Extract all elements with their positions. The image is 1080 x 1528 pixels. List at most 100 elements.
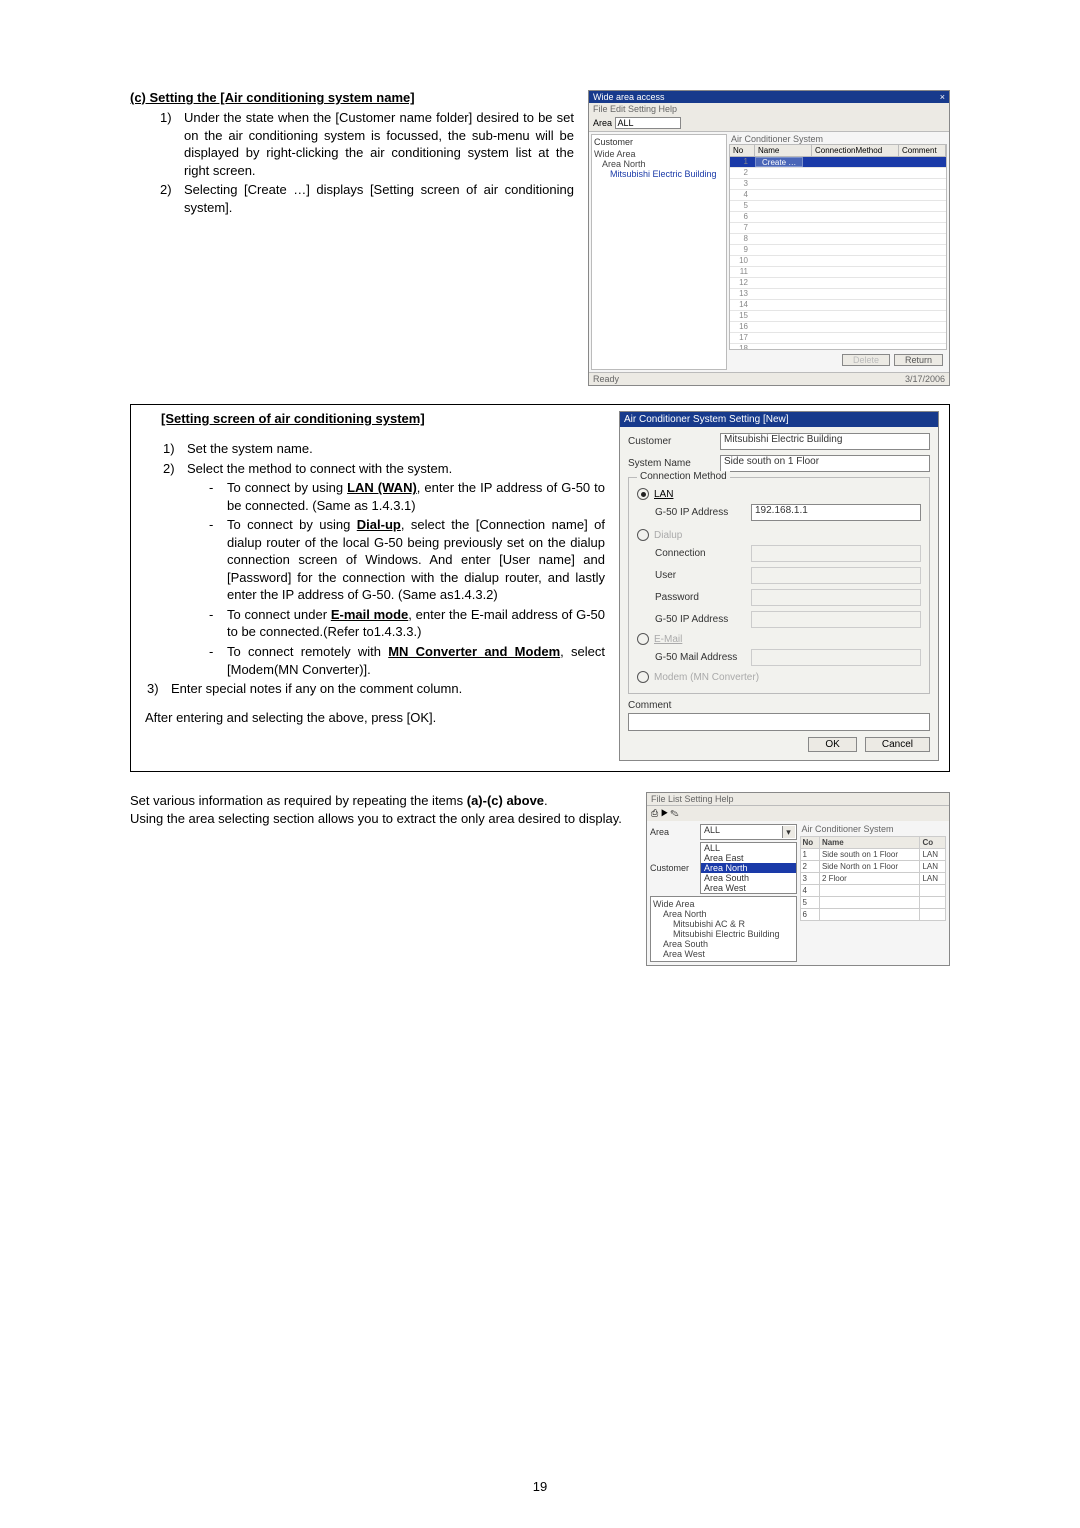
system-name-label: System Name [628, 458, 720, 469]
radio-modem-icon[interactable] [637, 671, 649, 683]
tree-node[interactable]: Mitsubishi AC & R [673, 919, 794, 929]
dialup-ip-label: G-50 IP Address [655, 614, 751, 625]
table-row[interactable]: 6 [800, 909, 946, 921]
dropdown-option[interactable]: Area East [701, 853, 796, 863]
table-row[interactable]: 1Side south on 1 FloorLAN [800, 849, 946, 861]
grid-row[interactable]: 14 [730, 300, 946, 311]
grid-row[interactable]: 17 [730, 333, 946, 344]
grid-row[interactable]: 10 [730, 256, 946, 267]
sec-c-item-1-text: Under the state when the [Customer name … [184, 110, 574, 178]
dialup-user-field[interactable] [751, 567, 921, 584]
step-1-num: 1) [163, 440, 175, 458]
chevron-down-icon[interactable]: ▾ [782, 826, 795, 838]
customer-tree[interactable]: Customer Wide Area Area North Mitsubishi… [591, 134, 727, 370]
email-addr-label: G-50 Mail Address [655, 652, 751, 663]
lan-ip-label: G-50 IP Address [655, 507, 751, 518]
grid-row[interactable]: 9 [730, 245, 946, 256]
grid-row[interactable]: 4 [730, 190, 946, 201]
customer-label: Customer [628, 436, 720, 447]
comment-field[interactable] [628, 713, 930, 731]
status-left: Ready [593, 374, 619, 384]
grid-row[interactable]: 16 [730, 322, 946, 333]
grid-row[interactable]: 7 [730, 223, 946, 234]
sec-c-item-2: 2) Selecting [Create …] displays [Settin… [160, 181, 574, 216]
grid-row[interactable]: 6 [730, 212, 946, 223]
close-icon[interactable]: × [940, 92, 945, 102]
table-row[interactable]: 2Side North on 1 FloorLAN [800, 861, 946, 873]
tree-node[interactable]: Area South [663, 939, 794, 949]
table-row[interactable]: 32 FloorLAN [800, 873, 946, 885]
grid-row[interactable]: 15 [730, 311, 946, 322]
tree-area[interactable]: Area North [602, 159, 724, 169]
small-tree[interactable]: Wide Area Area North Mitsubishi AC & R M… [650, 896, 797, 962]
bottom-text: Set various information as required by r… [130, 792, 632, 966]
dialup-conn-label: Connection [655, 548, 751, 559]
ok-button[interactable]: OK [808, 737, 856, 752]
customer-field[interactable]: Mitsubishi Electric Building [720, 433, 930, 450]
window-title: Wide area access [593, 92, 665, 102]
customer-label: Customer [594, 137, 724, 147]
small-area-dropdown[interactable]: ALLArea EastArea NorthArea SouthArea Wes… [700, 842, 797, 894]
system-grid[interactable]: No Name ConnectionMethod Comment 1Create… [729, 144, 947, 350]
tree-root[interactable]: Wide Area [594, 149, 724, 159]
grid-row[interactable]: 12 [730, 278, 946, 289]
area-label: Area [593, 118, 612, 128]
dialog-title: Air Conditioner System Setting [New] [620, 412, 938, 427]
dropdown-option[interactable]: ALL [701, 843, 796, 853]
col-conn: ConnectionMethod [812, 145, 899, 156]
grid-row[interactable]: 11 [730, 267, 946, 278]
grid-row[interactable]: 8 [730, 234, 946, 245]
email-addr-field[interactable] [751, 649, 921, 666]
area-combo[interactable]: ALL [615, 117, 681, 129]
system-list-header: Air Conditioner System [729, 134, 947, 144]
step-3-num: 3) [147, 680, 159, 698]
status-right: 3/17/2006 [905, 374, 945, 384]
radio-modem[interactable]: Modem (MN Converter) [637, 671, 921, 683]
grid-row[interactable]: 13 [730, 289, 946, 300]
grid-row[interactable]: 5 [730, 201, 946, 212]
dialup-pass-field[interactable] [751, 589, 921, 606]
table-row[interactable]: 4 [800, 885, 946, 897]
dialup-ip-field[interactable] [751, 611, 921, 628]
delete-button[interactable]: Delete [842, 354, 890, 366]
return-button[interactable]: Return [894, 354, 943, 366]
small-toolbar[interactable]: ⎙ ▶ ✎ [647, 806, 949, 821]
cancel-button[interactable]: Cancel [865, 737, 930, 752]
small-menubar[interactable]: File List Setting Help [647, 793, 949, 806]
system-name-field[interactable]: Side south on 1 Floor [720, 455, 930, 472]
tree-node[interactable]: Area West [663, 949, 794, 959]
small-system-table[interactable]: No Name Co 1Side south on 1 FloorLAN2Sid… [800, 836, 947, 921]
dropdown-option[interactable]: Area South [701, 873, 796, 883]
radio-email-icon[interactable] [637, 633, 649, 645]
tree-root[interactable]: Wide Area [653, 899, 794, 909]
col-no: No [800, 837, 819, 849]
toolbar[interactable]: Area ALL [589, 115, 949, 132]
comment-label: Comment [628, 700, 930, 711]
radio-lan[interactable]: LAN [637, 488, 921, 500]
dialup-user-label: User [655, 570, 751, 581]
grid-row-selected[interactable]: 1Create … [730, 157, 946, 168]
dropdown-option[interactable]: Area North [701, 863, 796, 873]
bullet-lan: To connect by using LAN (WAN), enter the… [209, 479, 605, 514]
grid-row[interactable]: 2 [730, 168, 946, 179]
menubar[interactable]: File Edit Setting Help [589, 103, 949, 115]
table-row[interactable]: 5 [800, 897, 946, 909]
tree-node[interactable]: Area North [663, 909, 794, 919]
lan-ip-field[interactable]: 192.168.1.1 [751, 504, 921, 521]
radio-lan-icon[interactable] [637, 488, 649, 500]
page-number: 19 [0, 1479, 1080, 1494]
tree-node[interactable]: Mitsubishi Electric Building [673, 929, 794, 939]
step-2-num: 2) [163, 460, 175, 478]
tree-customer-selected[interactable]: Mitsubishi Electric Building [610, 169, 724, 179]
small-area-label: Area [650, 827, 700, 837]
small-area-combo[interactable]: ALL ▾ [700, 824, 797, 840]
step-2: 2) Select the method to connect with the… [163, 460, 605, 679]
radio-email[interactable]: E-Mail [637, 633, 921, 645]
radio-dialup[interactable]: Dialup [637, 529, 921, 541]
sec-c-item-1: 1) Under the state when the [Customer na… [160, 109, 574, 179]
radio-dialup-icon[interactable] [637, 529, 649, 541]
dropdown-option[interactable]: Area West [701, 883, 796, 893]
setting-panel: [Setting screen of air conditioning syst… [130, 404, 950, 772]
grid-row[interactable]: 3 [730, 179, 946, 190]
dialup-conn-field[interactable] [751, 545, 921, 562]
